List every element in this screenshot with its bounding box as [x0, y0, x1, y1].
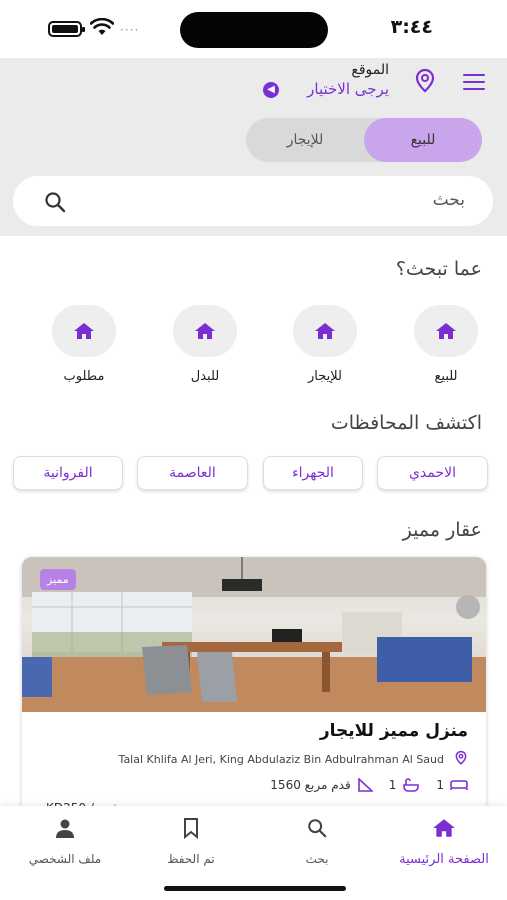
battery-icon	[48, 21, 85, 37]
status-bar: ···· ٣:٤٤	[0, 0, 507, 58]
signal-dots-icon: ····	[120, 23, 140, 37]
search-bar[interactable]: بحث	[13, 176, 493, 226]
bathrooms-count: 1	[388, 778, 397, 792]
property-address: Talal Khlifa Al Jeri, King Abdulaziz Bin…	[118, 753, 444, 766]
nav-home[interactable]: الصفحة الرئيسية	[389, 816, 499, 867]
location-selector[interactable]: يرجى الاختيار	[307, 80, 389, 98]
governorate-chip[interactable]: الفروانية	[13, 456, 123, 490]
toggle-sale[interactable]: للبيع	[364, 118, 482, 162]
featured-badge: مميز	[40, 569, 76, 590]
person-icon	[56, 819, 74, 838]
nav-saved[interactable]: تم الحفظ	[136, 816, 246, 866]
wifi-icon	[90, 18, 114, 35]
category-exchange[interactable]: للبدل	[165, 305, 245, 384]
search-input[interactable]: بحث	[433, 190, 465, 210]
featured-property-card[interactable]: مميز منزل مميز للايجار Talal Khlifa Al J…	[22, 557, 486, 827]
location-pin-icon[interactable]	[413, 68, 437, 94]
category-label: للبيع	[434, 369, 458, 384]
featured-title: عقار مميز	[402, 519, 482, 541]
governorate-chip[interactable]: العاصمة	[137, 456, 248, 490]
home-icon	[74, 323, 94, 339]
bed-icon	[450, 780, 468, 790]
bedrooms-count: 1	[436, 778, 444, 792]
home-icon	[195, 323, 215, 339]
category-label: للبدل	[190, 369, 220, 384]
area-value: 1560 قدم مربع	[270, 778, 351, 792]
status-time: ٣:٤٤	[390, 16, 433, 38]
bookmark-icon	[184, 818, 198, 839]
home-icon	[433, 819, 455, 837]
listing-type-toggle: للإيجار للبيع	[246, 118, 482, 162]
location-label: الموقع	[351, 62, 389, 78]
search-icon[interactable]	[43, 190, 67, 214]
home-icon	[436, 323, 456, 339]
location-pin-icon	[455, 750, 467, 765]
menu-icon[interactable]	[463, 74, 485, 92]
toggle-rent[interactable]: للإيجار	[246, 118, 364, 162]
chevron-left-icon[interactable]: ◀	[263, 82, 279, 98]
nav-label: الصفحة الرئيسية	[399, 852, 489, 867]
bath-icon	[403, 778, 420, 792]
nav-search[interactable]: بحث	[262, 816, 372, 866]
property-title: منزل مميز للايجار	[319, 721, 468, 741]
property-features: 1 1 1560 قدم مربع	[270, 777, 468, 793]
nav-profile[interactable]: ملف الشخصي	[10, 816, 120, 866]
categories-title: عما تبحث؟	[395, 258, 482, 280]
home-icon	[315, 323, 335, 339]
area-icon	[357, 778, 373, 792]
search-icon	[308, 819, 327, 838]
property-photo: مميز	[22, 557, 486, 712]
governorate-chip[interactable]: الجهراء	[263, 456, 363, 490]
governorates-title: اكتشف المحافظات	[330, 412, 482, 434]
category-sale[interactable]: للبيع	[406, 305, 486, 384]
category-label: مطلوب	[63, 369, 105, 384]
home-indicator	[164, 886, 346, 891]
nav-label: تم الحفظ	[167, 852, 215, 866]
nav-label: بحث	[305, 852, 329, 866]
nav-label: ملف الشخصي	[28, 852, 102, 866]
category-wanted[interactable]: مطلوب	[44, 305, 124, 384]
dynamic-island	[180, 12, 328, 48]
governorate-chip[interactable]: الاحمدي	[377, 456, 488, 490]
category-label: للإيجار	[308, 369, 342, 384]
category-rent[interactable]: للإيجار	[285, 305, 365, 384]
